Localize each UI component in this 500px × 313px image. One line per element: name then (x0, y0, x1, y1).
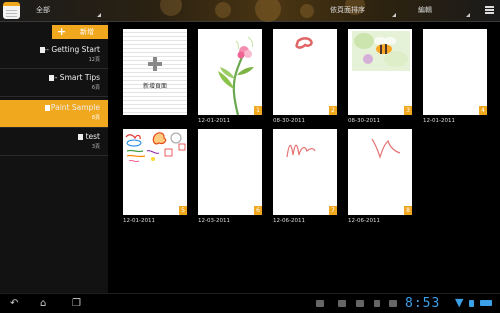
screenshot-icon (316, 300, 324, 307)
notebook-sidebar: + 新增 -- Getting Start 12頁 -- Smart Tips … (0, 22, 108, 293)
page-date: 08-30-2011 (273, 118, 305, 124)
page-thumbnail-3[interactable]: 3 (348, 29, 412, 115)
action-bar: 全部 依頁面排序 編輯 (0, 0, 500, 22)
colorful-doodles-thumbnail (125, 132, 186, 163)
bee-painting-thumbnail (352, 31, 410, 71)
new-page-label: 新增頁面 (142, 83, 167, 90)
bluetooth-icon (469, 300, 474, 307)
flower-drawing-thumbnail (218, 36, 254, 116)
notebook-name: test (85, 132, 100, 141)
page-date: 12-06-2011 (348, 218, 380, 224)
new-page-button[interactable]: 新增頁面 (123, 29, 187, 115)
plus-icon (148, 57, 162, 71)
clock: 8:53 (405, 296, 441, 311)
notebook-page-count: 12頁 (88, 57, 100, 63)
notebook-item-paint-sample[interactable]: Paint Sample 8頁 (0, 100, 108, 128)
bokeh-decoration (215, 2, 231, 18)
page-date: 12-01-2011 (123, 218, 155, 224)
notebook-item-getting-start[interactable]: -- Getting Start 12頁 (0, 42, 108, 69)
system-bar: ↶ ⌂ ❐ 8:53 ▼ (0, 293, 500, 313)
page-thumbnail-5[interactable]: 5 (123, 129, 187, 215)
notebook-page-count: 3頁 (91, 144, 100, 150)
gallery-icon (356, 300, 364, 307)
notebook-icon (78, 134, 83, 140)
dropdown-arrow-icon (97, 13, 101, 17)
overflow-menu-icon[interactable] (485, 6, 494, 8)
page-number-badge: 8 (404, 206, 412, 215)
page-number-badge: 2 (329, 106, 337, 115)
email-icon (338, 300, 346, 307)
page-thumbnail-6[interactable]: 6 (198, 129, 262, 215)
page-thumbnail-1[interactable]: 1 (198, 29, 262, 116)
back-icon[interactable]: ↶ (10, 298, 18, 310)
bokeh-decoration (255, 0, 281, 22)
recent-apps-icon[interactable]: ❐ (72, 298, 81, 310)
notebook-app-icon[interactable] (3, 2, 20, 19)
notebook-item-test[interactable]: test 3頁 (0, 129, 108, 156)
page-date: 12-01-2011 (423, 118, 455, 124)
page-number-badge: 3 (404, 106, 412, 115)
page-date: 12-03-2011 (198, 218, 230, 224)
notebook-name: -- Smart Tips (52, 73, 100, 82)
notebook-item-smart-tips[interactable]: -- Smart Tips 6頁 (0, 70, 108, 97)
bokeh-decoration (300, 4, 314, 18)
edit-dropdown[interactable]: 編輯 (418, 5, 432, 15)
page-number-badge: 4 (479, 106, 487, 115)
red-squiggle-thumbnail (371, 138, 401, 159)
page-thumbnail-4[interactable]: 4 (423, 29, 487, 115)
red-squiggle-thumbnail (286, 144, 316, 158)
home-icon[interactable]: ⌂ (40, 298, 46, 310)
wifi-icon: ▼ (455, 296, 464, 309)
notebook-scope-dropdown[interactable]: 全部 (36, 5, 50, 15)
add-notebook-label: 新增 (80, 28, 94, 36)
notebook-name: Paint Sample (50, 103, 100, 112)
sort-dropdown[interactable]: 依頁面排序 (330, 5, 365, 15)
battery-icon (480, 300, 492, 306)
dropdown-arrow-icon (392, 13, 396, 17)
notebook-page-count: 8頁 (91, 115, 100, 121)
page-date: 12-06-2011 (273, 218, 305, 224)
page-thumbnail-7[interactable]: 7 (273, 129, 337, 215)
notebook-page-count: 6頁 (91, 85, 100, 91)
bokeh-decoration (160, 0, 182, 16)
keyboard-icon (389, 300, 397, 307)
page-number-badge: 1 (254, 106, 262, 115)
pink-scribble-thumbnail (295, 37, 313, 49)
page-thumbnail-2[interactable]: 2 (273, 29, 337, 115)
page-grid: 新增頁面 1 2 3 4 12-01-2011 08-30-2011 08-30… (110, 22, 500, 293)
page-date: 12-01-2011 (198, 118, 230, 124)
plus-icon: + (57, 25, 67, 38)
page-thumbnail-8[interactable]: 8 (348, 129, 412, 215)
pencil-icon (45, 105, 50, 111)
lock-icon (374, 300, 380, 307)
page-number-badge: 5 (179, 206, 187, 215)
add-notebook-button[interactable]: + 新增 (52, 25, 108, 39)
page-number-badge: 6 (254, 206, 262, 215)
page-number-badge: 7 (329, 206, 337, 215)
dropdown-arrow-icon (466, 13, 470, 17)
notebook-name: -- Getting Start (43, 45, 100, 54)
page-date: 08-30-2011 (348, 118, 380, 124)
